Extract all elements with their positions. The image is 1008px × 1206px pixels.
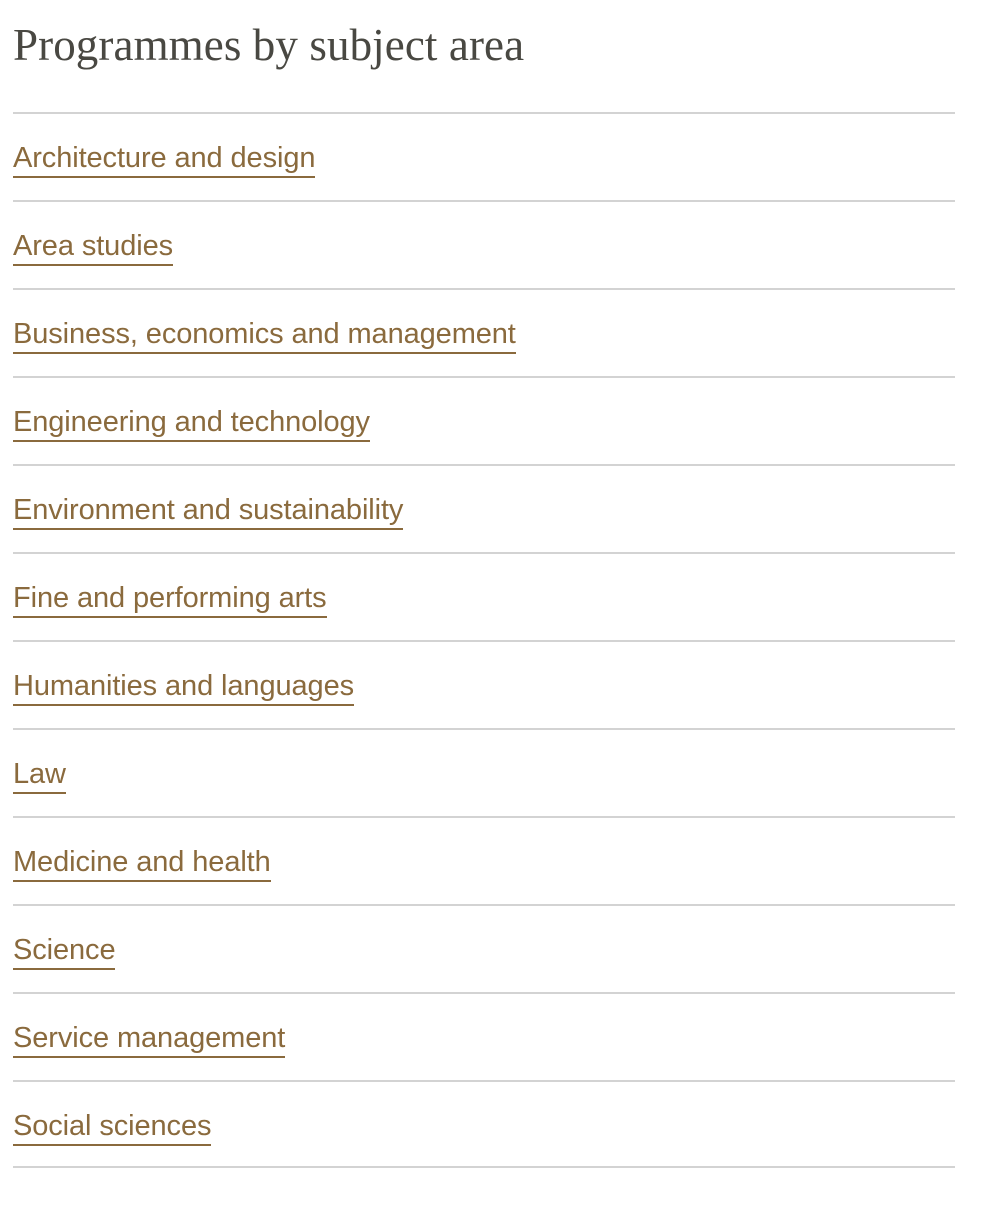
- list-item: Service management: [13, 992, 955, 1080]
- list-item: Engineering and technology: [13, 376, 955, 464]
- list-item: Social sciences: [13, 1080, 955, 1168]
- list-item: Business, economics and management: [13, 288, 955, 376]
- subject-area-link[interactable]: Medicine and health: [13, 846, 271, 882]
- subject-area-link[interactable]: Area studies: [13, 230, 173, 266]
- list-item: Law: [13, 728, 955, 816]
- subject-area-list: Architecture and design Area studies Bus…: [13, 68, 955, 1168]
- subject-area-link[interactable]: Science: [13, 934, 116, 970]
- subject-area-link[interactable]: Humanities and languages: [13, 670, 354, 706]
- list-item: Science: [13, 904, 955, 992]
- page-title: Programmes by subject area: [13, 20, 525, 70]
- subject-area-link[interactable]: Law: [13, 758, 66, 794]
- subject-area-link[interactable]: Fine and performing arts: [13, 582, 327, 618]
- list-item: Architecture and design: [13, 112, 955, 200]
- subject-area-link[interactable]: Environment and sustainability: [13, 494, 403, 530]
- subject-area-link[interactable]: Business, economics and management: [13, 318, 516, 354]
- list-item: Medicine and health: [13, 816, 955, 904]
- subject-area-link[interactable]: Service management: [13, 1022, 285, 1058]
- page-container: Programmes by subject area Architecture …: [0, 0, 1008, 1168]
- subject-area-link[interactable]: Social sciences: [13, 1110, 211, 1146]
- subject-area-link[interactable]: Engineering and technology: [13, 406, 370, 442]
- list-item: Environment and sustainability: [13, 464, 955, 552]
- subject-area-link[interactable]: Architecture and design: [13, 142, 315, 178]
- list-item: Area studies: [13, 200, 955, 288]
- list-item: Humanities and languages: [13, 640, 955, 728]
- list-item: Fine and performing arts: [13, 552, 955, 640]
